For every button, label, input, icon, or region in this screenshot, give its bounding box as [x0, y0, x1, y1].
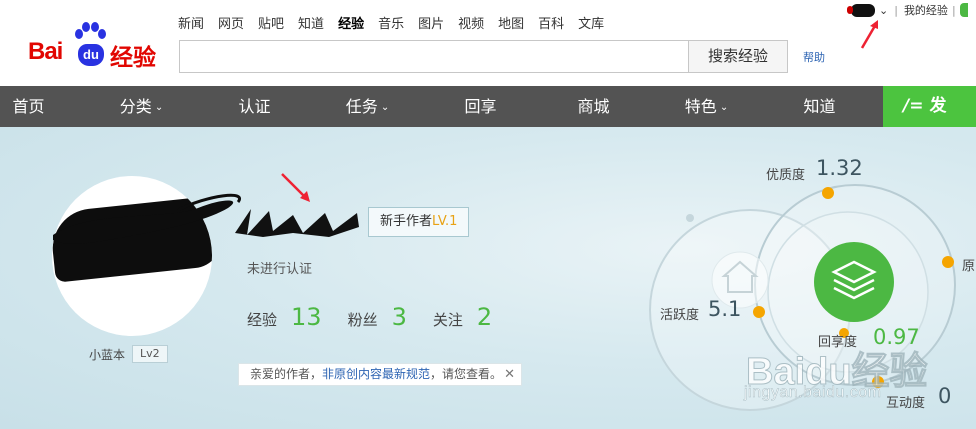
- stat-value-following[interactable]: 2: [477, 303, 492, 331]
- help-link[interactable]: 帮助: [803, 49, 825, 65]
- notice-prefix: 亲爱的作者，: [250, 367, 323, 381]
- notice-link[interactable]: 非原创内容最新规范: [322, 367, 430, 381]
- avatar-scribble: [53, 193, 242, 244]
- main-nav-label: 首页: [12, 97, 45, 116]
- chevron-down-icon: ⌄: [719, 102, 729, 113]
- stat-value-fans[interactable]: 3: [392, 303, 407, 331]
- publish-label: 发: [929, 96, 947, 116]
- main-nav-label: 任务: [345, 97, 378, 116]
- main-nav-verify[interactable]: 认证: [226, 86, 283, 127]
- pen-icon: /=: [903, 96, 924, 116]
- main-nav-label: 特色: [684, 97, 717, 116]
- publish-button[interactable]: /= 发: [883, 86, 976, 127]
- logo-jingyan-text: 经验: [110, 45, 156, 71]
- radar-original-label: 原: [962, 259, 976, 274]
- profile-stats: 经验 13 粉丝 3 关注 2: [247, 303, 492, 331]
- radar-quality-value: 1.32: [816, 156, 863, 180]
- logo-du-text: du: [78, 44, 104, 66]
- logo-bai-text: Bai: [28, 38, 63, 65]
- username-redacted[interactable]: [847, 3, 875, 17]
- divider: |: [951, 3, 956, 17]
- top-nav-tieba[interactable]: 贴吧: [258, 13, 284, 32]
- stat-label-experience: 经验: [247, 311, 278, 329]
- main-nav-category[interactable]: 分类 ⌄: [113, 86, 170, 127]
- radar-activity-value: 5.1: [708, 297, 742, 321]
- chevron-down-icon: ⌄: [380, 102, 390, 113]
- my-experience-link[interactable]: 我的经验: [904, 2, 948, 18]
- chevron-down-icon: ⌄: [154, 102, 164, 113]
- notice-suffix: ，请您查看。: [430, 367, 503, 381]
- nickname: 小蓝本: [89, 347, 126, 362]
- search-input[interactable]: [179, 40, 689, 73]
- main-nav-label: 回享: [464, 97, 497, 116]
- baidu-jingyan-logo[interactable]: Bai du 经验: [28, 22, 178, 72]
- close-icon[interactable]: ✕: [504, 364, 515, 385]
- radar-activity-label: 活跃度: [660, 308, 700, 323]
- watermark-url: jingyan.baidu.com: [744, 384, 882, 402]
- main-nav-mall[interactable]: 商城: [565, 86, 622, 127]
- red-arrow-annotation: [281, 173, 310, 202]
- divider: |: [894, 3, 898, 17]
- baidu-watermark: Baidu经验 jingyan.baidu.com: [740, 340, 976, 410]
- main-nav-label: 商城: [577, 97, 610, 116]
- main-nav-label: 知道: [803, 97, 836, 116]
- top-nav-baike[interactable]: 百科: [538, 13, 564, 32]
- top-nav-jingyan[interactable]: 经验: [338, 13, 364, 32]
- top-nav-map[interactable]: 地图: [498, 13, 524, 32]
- stat-label-following: 关注: [432, 311, 463, 329]
- top-nav-zhidao[interactable]: 知道: [298, 13, 324, 32]
- chevron-down-icon[interactable]: ⌄: [879, 4, 888, 17]
- radar-quality-label: 优质度: [766, 168, 806, 183]
- top-nav-video[interactable]: 视频: [458, 13, 484, 32]
- level-tag[interactable]: Lv2: [132, 345, 168, 363]
- stat-label-fans: 粉丝: [347, 311, 378, 329]
- verification-status[interactable]: 未进行认证: [247, 258, 312, 277]
- user-bar: ⌄ | 我的经验 |: [847, 2, 968, 18]
- stat-value-experience[interactable]: 13: [291, 303, 322, 331]
- newbie-badge-level: LV.1: [432, 214, 458, 229]
- newbie-author-badge[interactable]: 新手作者LV.1: [368, 207, 470, 237]
- top-nav-web[interactable]: 网页: [218, 13, 244, 32]
- main-nav-tasks[interactable]: 任务 ⌄: [339, 86, 396, 127]
- main-nav-share[interactable]: 回享: [452, 86, 509, 127]
- top-nav-music[interactable]: 音乐: [378, 13, 404, 32]
- main-nav-featured[interactable]: 特色 ⌄: [678, 86, 735, 127]
- main-nav-home[interactable]: 首页: [0, 86, 57, 127]
- top-nav-wenku[interactable]: 文库: [578, 13, 604, 32]
- green-badge-icon: [959, 3, 968, 17]
- top-nav: 新闻 网页 贴吧 知道 经验 音乐 图片 视频 地图 百科 文库: [178, 13, 604, 32]
- username-scribble: [235, 209, 359, 237]
- newbie-badge-label: 新手作者: [380, 214, 433, 229]
- notice-bar: 亲爱的作者，非原创内容最新规范，请您查看。 ✕: [238, 363, 522, 386]
- top-nav-images[interactable]: 图片: [418, 13, 444, 32]
- top-nav-news[interactable]: 新闻: [178, 13, 204, 32]
- search-button[interactable]: 搜索经验: [688, 40, 788, 73]
- main-nav: 首页 分类 ⌄ 认证 任务 ⌄ 回享 商城 特色 ⌄ 知道: [0, 86, 976, 127]
- main-nav-zhidao[interactable]: 知道: [791, 86, 848, 127]
- main-nav-label: 分类: [119, 97, 152, 116]
- main-nav-label: 认证: [238, 97, 271, 116]
- nickname-row: 小蓝本 Lv2: [89, 345, 168, 363]
- red-arrow-annotation: [860, 20, 878, 49]
